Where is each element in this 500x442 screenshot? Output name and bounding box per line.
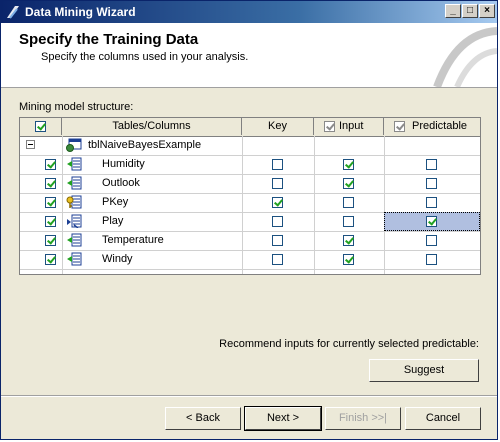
column-icon — [67, 176, 82, 190]
wizard-window: Data Mining Wizard _ □ × Specify the Tra… — [0, 0, 498, 440]
table-name: tblNaiveBayesExample — [88, 139, 202, 151]
column-name: PKey — [102, 196, 129, 208]
key-column-icon — [66, 195, 82, 209]
key-checkbox-pkey[interactable] — [272, 197, 283, 208]
button-separator — [1, 395, 497, 397]
finish-button[interactable]: Finish >>| — [325, 407, 401, 430]
key-checkbox-temperature[interactable] — [272, 235, 283, 246]
include-checkbox-windy[interactable] — [45, 254, 56, 265]
column-name: Humidity — [102, 158, 145, 170]
list-item[interactable]: Humidity — [20, 155, 480, 175]
maximize-button[interactable]: □ — [462, 4, 478, 18]
back-button[interactable]: < Back — [165, 407, 241, 430]
include-checkbox-humidity[interactable] — [45, 159, 56, 170]
input-checkbox-windy[interactable] — [343, 254, 354, 265]
recommend-label: Recommend inputs for currently selected … — [219, 338, 479, 350]
column-name: Windy — [102, 253, 133, 265]
input-checkbox-outlook[interactable] — [343, 178, 354, 189]
list-item[interactable]: Windy — [20, 250, 480, 270]
predictable-header-label: Predictable — [412, 120, 468, 132]
grid-header: Tables/Columns Key Input Predictable — [20, 118, 480, 137]
predictable-checkbox-windy[interactable] — [426, 254, 437, 265]
predictable-checkbox-play[interactable] — [426, 216, 437, 227]
predictable-checkbox-temperature[interactable] — [426, 235, 437, 246]
collapse-icon[interactable] — [26, 140, 35, 149]
key-checkbox-humidity[interactable] — [272, 159, 283, 170]
input-all-checkbox[interactable] — [324, 121, 335, 132]
column-name: Outlook — [102, 177, 140, 189]
predictable-checkbox-outlook[interactable] — [426, 178, 437, 189]
column-icon — [67, 233, 82, 247]
suggest-button[interactable]: Suggest — [369, 359, 479, 382]
key-checkbox-windy[interactable] — [272, 254, 283, 265]
input-checkbox-play[interactable] — [343, 216, 354, 227]
predictable-column-icon — [67, 214, 82, 228]
predictable-checkbox-humidity[interactable] — [426, 159, 437, 170]
input-checkbox-pkey[interactable] — [343, 197, 354, 208]
key-column-header: Key — [242, 118, 314, 135]
cancel-button[interactable]: Cancel — [405, 407, 481, 430]
input-checkbox-humidity[interactable] — [343, 159, 354, 170]
page-subtitle: Specify the columns used in your analysi… — [41, 51, 249, 63]
list-item[interactable]: Play — [20, 212, 480, 232]
table-row[interactable]: tblNaiveBayesExample — [20, 136, 480, 156]
list-item[interactable]: Outlook — [20, 174, 480, 194]
window-title: Data Mining Wizard — [25, 5, 136, 19]
column-icon — [67, 252, 82, 266]
column-icon — [67, 157, 82, 171]
close-button[interactable]: × — [479, 4, 495, 18]
include-checkbox-outlook[interactable] — [45, 178, 56, 189]
title-bar[interactable]: Data Mining Wizard _ □ × — [1, 1, 497, 23]
predictable-all-checkbox[interactable] — [394, 121, 405, 132]
header-select-all-cell — [20, 118, 62, 135]
mining-structure-grid: Tables/Columns Key Input Predictable tbl… — [19, 117, 481, 275]
minimize-button[interactable]: _ — [445, 4, 461, 18]
input-checkbox-temperature[interactable] — [343, 235, 354, 246]
next-button[interactable]: Next > — [244, 406, 322, 431]
wizard-app-icon — [7, 6, 19, 19]
input-header-label: Input — [339, 120, 364, 132]
mining-structure-label: Mining model structure: — [19, 101, 134, 113]
list-item[interactable]: Temperature — [20, 231, 480, 251]
include-checkbox-temperature[interactable] — [45, 235, 56, 246]
column-name: Temperature — [102, 234, 164, 246]
selected-predictable-cell[interactable] — [384, 212, 480, 231]
table-icon — [66, 138, 82, 152]
header-decoration-icon — [433, 27, 497, 87]
input-column-header: Input — [314, 118, 384, 135]
page-title: Specify the Training Data — [19, 31, 199, 48]
predictable-checkbox-pkey[interactable] — [426, 197, 437, 208]
include-checkbox-play[interactable] — [45, 216, 56, 227]
select-all-checkbox[interactable] — [35, 121, 46, 132]
key-checkbox-outlook[interactable] — [272, 178, 283, 189]
column-name: Play — [102, 215, 124, 227]
list-item[interactable]: PKey — [20, 193, 480, 213]
wizard-header: Specify the Training Data Specify the co… — [1, 23, 497, 88]
predictable-column-header: Predictable — [384, 118, 480, 135]
tables-columns-header: Tables/Columns — [62, 118, 242, 135]
key-checkbox-play[interactable] — [272, 216, 283, 227]
include-checkbox-pkey[interactable] — [45, 197, 56, 208]
